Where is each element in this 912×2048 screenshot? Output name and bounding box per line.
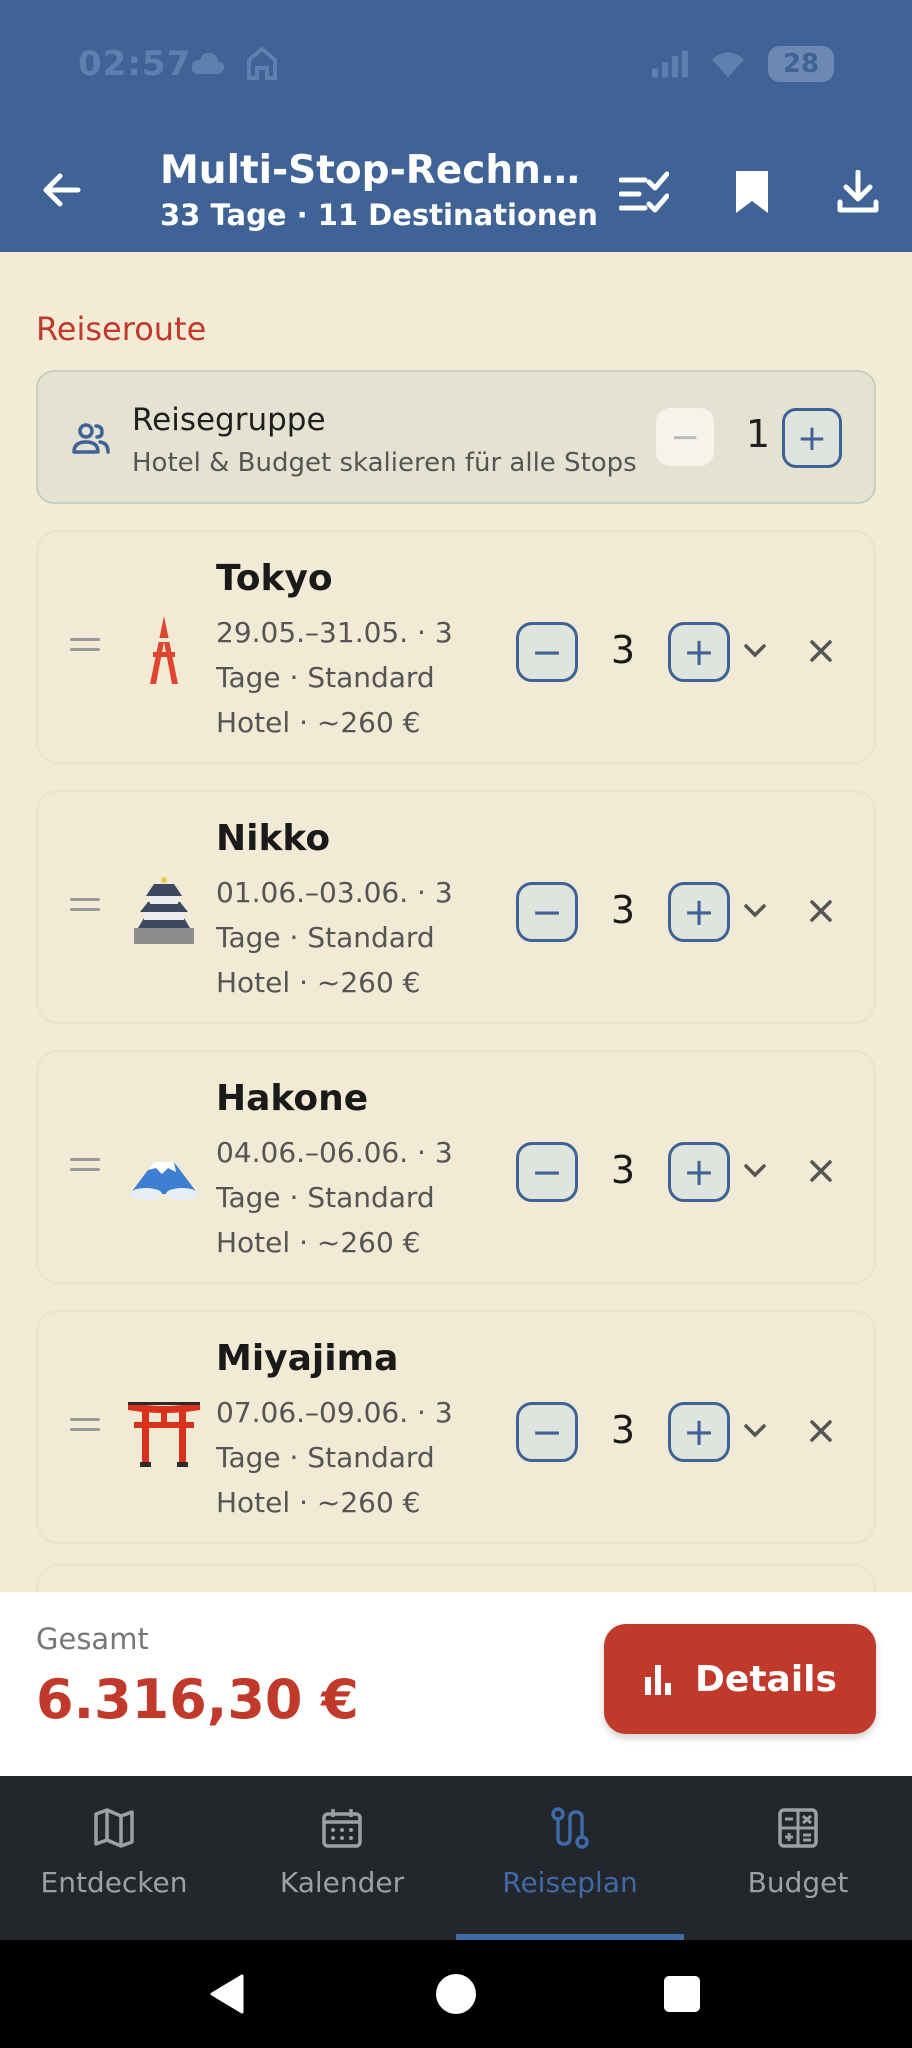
group-title: Reisegruppe [132, 402, 326, 438]
bookmark-button[interactable] [724, 164, 780, 220]
group-increase-button[interactable]: + [782, 408, 842, 468]
days-increase-button[interactable]: + [668, 622, 730, 682]
signal-icon [652, 47, 688, 81]
group-decrease-button[interactable]: − [656, 408, 714, 466]
chevron-down-icon[interactable] [740, 1158, 770, 1184]
page-subtitle: 33 Tage · 11 Destinationen [160, 198, 598, 232]
stop-details: 07.06.–09.06. · 3 Tage · Standard Hotel … [216, 1396, 453, 1519]
details-button[interactable]: Details [604, 1624, 876, 1734]
nav-item-reiseplan[interactable]: Reiseplan [456, 1776, 684, 1940]
cloud-icon [190, 46, 226, 80]
close-icon[interactable] [806, 636, 836, 666]
stop-card-miyajima[interactable]: Miyajima 07.06.–09.06. · 3 Tage · Standa… [36, 1310, 876, 1544]
castle-icon [134, 877, 194, 944]
stop-name: Miyajima [216, 1338, 399, 1379]
page-title: Multi-Stop-Rechn… [160, 148, 580, 193]
section-title: Reiseroute [36, 310, 207, 348]
chevron-down-icon[interactable] [740, 1418, 770, 1444]
bookmark-icon [736, 171, 768, 213]
days-increase-button[interactable]: + [668, 1402, 730, 1462]
details-label: Details [695, 1658, 837, 1700]
chevron-down-icon[interactable] [740, 898, 770, 924]
status-time: 02:57 [78, 44, 192, 84]
stop-card-nikko[interactable]: Nikko 01.06.–03.06. · 3 Tage · Standard … [36, 790, 876, 1024]
bar-chart-icon [645, 1665, 672, 1695]
group-subtitle: Hotel & Budget skalieren für alle Stops [132, 448, 637, 478]
nav-label: Kalender [279, 1866, 405, 1899]
days-decrease-button[interactable]: − [516, 882, 578, 942]
route-icon [551, 1807, 589, 1849]
days-decrease-button[interactable]: − [516, 1142, 578, 1202]
system-navigation-bar [0, 1940, 912, 2048]
checklist-icon [619, 171, 669, 213]
mount-fuji-icon [130, 1162, 198, 1200]
system-back-icon[interactable] [204, 1970, 252, 2018]
total-bar: Gesamt 6.316,30 € Details [0, 1592, 912, 1776]
stop-card-hakone[interactable]: Hakone 04.06.–06.06. · 3 Tage · Standard… [36, 1050, 876, 1284]
arrow-left-icon [43, 173, 81, 207]
torii-gate-icon [128, 1402, 200, 1467]
close-icon[interactable] [806, 1416, 836, 1446]
status-bar: 02:57 28 [0, 0, 912, 130]
calendar-icon [322, 1809, 362, 1848]
group-count: 1 [745, 412, 771, 456]
nav-item-entdecken[interactable]: Entdecken [0, 1776, 228, 1940]
calculator-icon [778, 1808, 818, 1848]
days-count: 3 [610, 628, 636, 672]
drag-handle-icon[interactable] [70, 1418, 100, 1436]
days-increase-button[interactable]: + [668, 882, 730, 942]
system-recents-icon[interactable] [658, 1970, 706, 2018]
download-icon [837, 170, 879, 213]
drag-handle-icon[interactable] [70, 638, 100, 656]
stop-name: Hakone [216, 1078, 369, 1119]
back-button[interactable] [36, 164, 88, 216]
total-label: Gesamt [36, 1622, 149, 1656]
nav-label: Reiseplan [502, 1866, 638, 1899]
stop-name: Nikko [216, 818, 331, 859]
days-increase-button[interactable]: + [668, 1142, 730, 1202]
days-count: 3 [610, 888, 636, 932]
bottom-navigation: Entdecken Kalender Reiseplan Budget [0, 1776, 912, 1940]
checklist-button[interactable] [616, 164, 672, 220]
days-decrease-button[interactable]: − [516, 622, 578, 682]
drag-handle-icon[interactable] [70, 898, 100, 916]
notification-icon [244, 46, 280, 80]
days-count: 3 [610, 1408, 636, 1452]
travel-group-card: Reisegruppe Hotel & Budget skalieren für… [36, 370, 876, 504]
stop-card-tokyo[interactable]: Tokyo 29.05.–31.05. · 3 Tage · Standard … [36, 530, 876, 764]
stop-details: 01.06.–03.06. · 3 Tage · Standard Hotel … [216, 876, 453, 999]
drag-handle-icon[interactable] [70, 1158, 100, 1176]
tokyo-tower-icon [150, 616, 178, 684]
download-button[interactable] [830, 164, 886, 220]
nav-label: Entdecken [40, 1866, 188, 1899]
battery-indicator: 28 [768, 46, 834, 82]
close-icon[interactable] [806, 1156, 836, 1186]
stop-name: Tokyo [216, 558, 333, 599]
nav-item-kalender[interactable]: Kalender [228, 1776, 456, 1940]
wifi-icon [710, 47, 746, 81]
map-icon [94, 1808, 134, 1848]
stop-details: 04.06.–06.06. · 3 Tage · Standard Hotel … [216, 1136, 453, 1259]
close-icon[interactable] [806, 896, 836, 926]
nav-label: Budget [747, 1866, 849, 1899]
total-value: 6.316,30 € [36, 1668, 359, 1731]
stop-details: 29.05.–31.05. · 3 Tage · Standard Hotel … [216, 616, 453, 739]
chevron-down-icon[interactable] [740, 638, 770, 664]
app-header: 02:57 28 Multi-Stop-Rechn… 33 Tage · 11 … [0, 0, 912, 252]
nav-item-budget[interactable]: Budget [684, 1776, 912, 1940]
system-home-icon[interactable] [432, 1970, 480, 2018]
group-icon [72, 423, 110, 454]
days-count: 3 [610, 1148, 636, 1192]
days-decrease-button[interactable]: − [516, 1402, 578, 1462]
